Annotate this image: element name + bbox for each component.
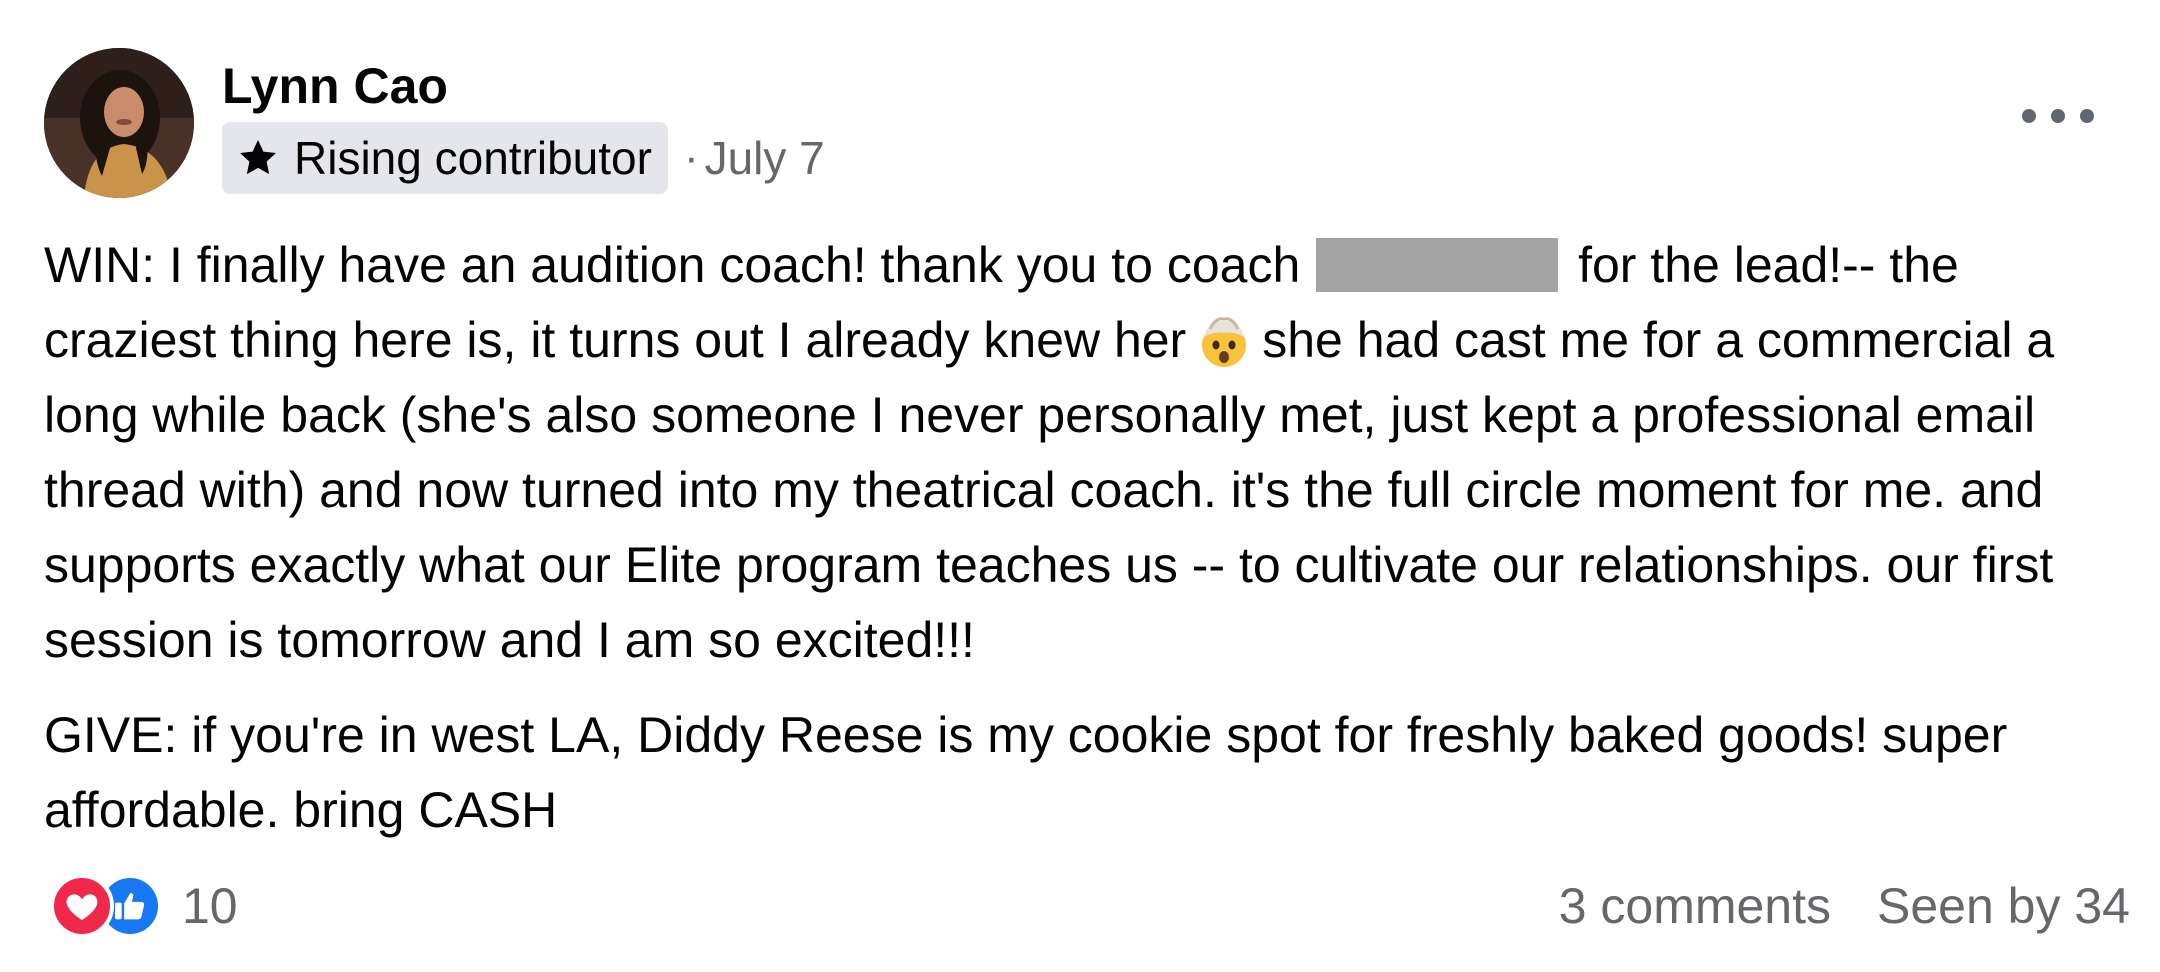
- reactions-summary[interactable]: 10: [50, 874, 238, 938]
- author-name[interactable]: Lynn Cao: [222, 56, 448, 116]
- post-stats: 3 comments Seen by 34: [1559, 877, 2130, 935]
- more-options-icon-dot: [2051, 109, 2065, 123]
- post-card: Lynn Cao Rising contributor · July 7 WIN…: [0, 0, 2160, 972]
- more-options-icon-dot: [2080, 109, 2094, 123]
- seen-by-count[interactable]: Seen by 34: [1877, 877, 2130, 935]
- rising-contributor-badge[interactable]: Rising contributor: [222, 122, 668, 194]
- avatar[interactable]: [44, 48, 194, 198]
- meta-separator: ·: [683, 133, 699, 182]
- post-body: WIN: I finally have an audition coach! t…: [44, 228, 2134, 848]
- love-reaction-icon: [50, 874, 114, 938]
- comments-count-link[interactable]: 3 comments: [1559, 877, 1831, 935]
- more-options-button[interactable]: [2022, 96, 2094, 136]
- avatar-photo: [44, 48, 194, 198]
- more-options-icon: [2022, 109, 2036, 123]
- post-meta: Rising contributor · July 7: [222, 122, 825, 194]
- post-footer: 10 3 comments Seen by 34: [50, 866, 2130, 946]
- reaction-count: 10: [182, 878, 238, 934]
- post-paragraph-win: WIN: I finally have an audition coach! t…: [44, 228, 2134, 678]
- post-text: WIN: I finally have an audition coach! t…: [44, 237, 1301, 293]
- post-date[interactable]: July 7: [705, 131, 825, 185]
- exploding-head-emoji: [1194, 311, 1254, 371]
- post-paragraph-give: GIVE: if you're in west LA, Diddy Reese …: [44, 707, 2008, 838]
- badge-label: Rising contributor: [294, 132, 652, 184]
- redacted-name: [1316, 238, 1559, 292]
- star-icon: [236, 136, 280, 180]
